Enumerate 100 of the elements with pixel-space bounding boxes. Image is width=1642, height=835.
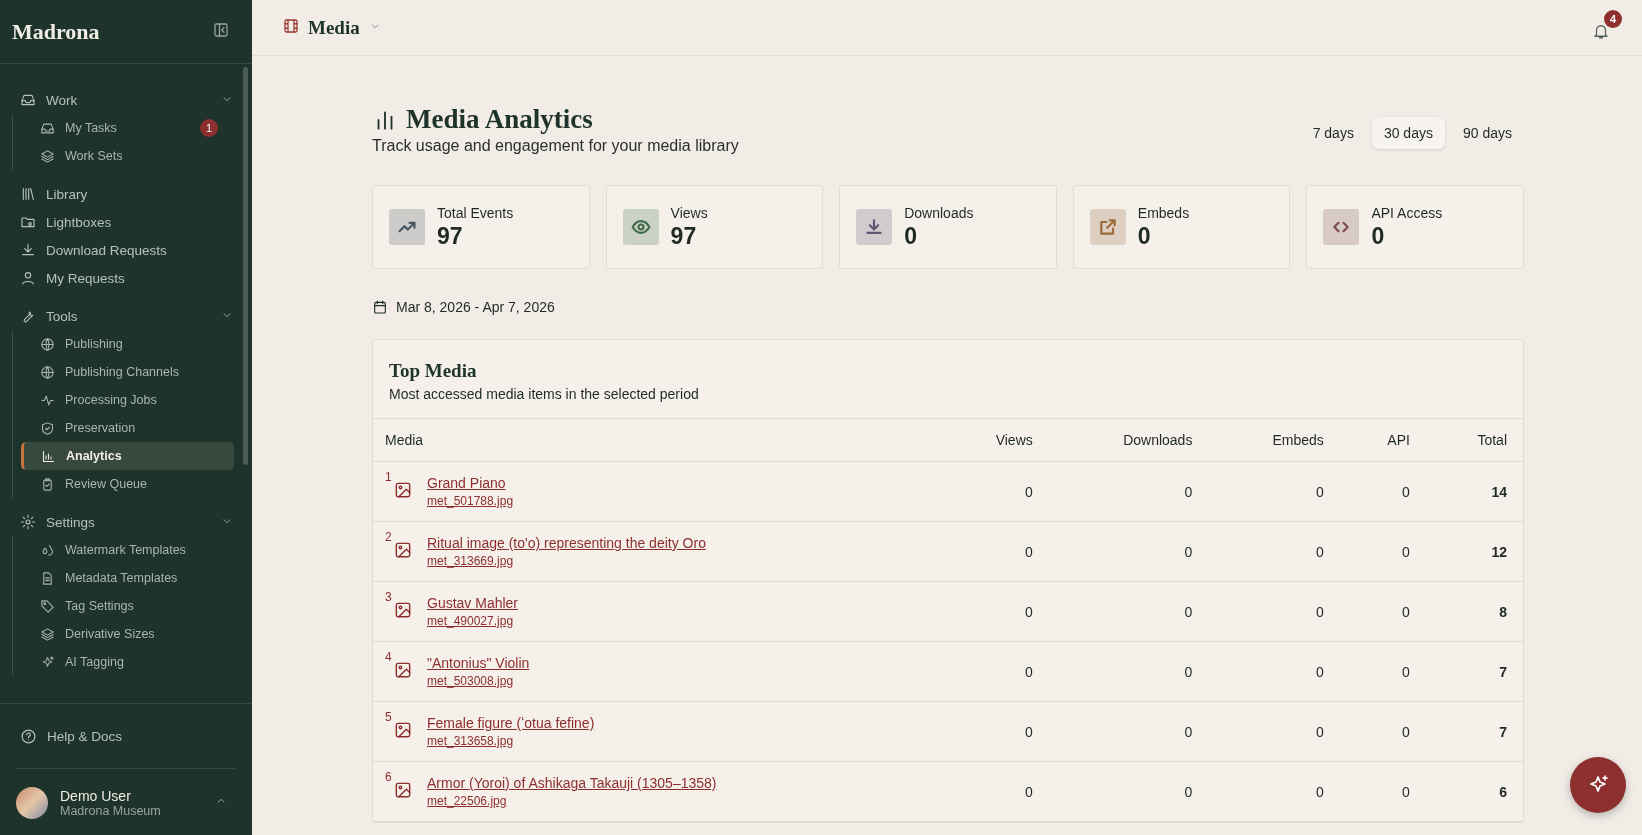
rank-number: 6 bbox=[385, 770, 393, 784]
table-cell: 0 bbox=[1339, 761, 1426, 822]
nav-item[interactable]: Lightboxes bbox=[16, 208, 234, 236]
subtitle: Track usage and engagement for your media library bbox=[372, 137, 739, 155]
table-cell: 0 bbox=[1208, 521, 1340, 582]
table-cell: 0 bbox=[939, 521, 1049, 582]
image-icon bbox=[393, 600, 413, 620]
stat-label: API Access bbox=[1371, 204, 1443, 221]
layers-icon bbox=[40, 626, 55, 642]
nav-item[interactable]: Work Sets bbox=[21, 142, 234, 170]
media-title-link[interactable]: Ritual image (to'o) representing the deity Oro bbox=[427, 535, 706, 551]
avatar[interactable] bbox=[16, 787, 48, 819]
table-cell: 12 bbox=[1425, 521, 1523, 582]
nav-item[interactable]: Metadata Templates bbox=[21, 564, 234, 592]
brand-logo[interactable]: Madrona bbox=[12, 18, 100, 45]
stat-value: 0 bbox=[1137, 222, 1152, 250]
range-tab[interactable]: 90 days bbox=[1450, 117, 1524, 149]
table-cell: 0 bbox=[939, 761, 1049, 822]
table-cell: 0 bbox=[1048, 641, 1209, 702]
nav-section[interactable]: Settings bbox=[16, 508, 234, 536]
help-link[interactable]: Help & Docs bbox=[16, 716, 236, 769]
rank-number: 4 bbox=[385, 650, 393, 664]
image-icon bbox=[393, 480, 413, 500]
clipboard-icon bbox=[40, 476, 55, 492]
count-badge: 1 bbox=[200, 119, 218, 137]
card-title: Top Media bbox=[389, 360, 478, 382]
stat-label: Downloads bbox=[904, 204, 974, 221]
table-cell: 0 bbox=[1048, 521, 1209, 582]
media-title-link[interactable]: Female figure (ʻotua fefine) bbox=[427, 715, 595, 731]
rank-number: 3 bbox=[385, 590, 393, 604]
nav-item[interactable]: Preservation bbox=[21, 414, 234, 442]
page-title[interactable]: Media bbox=[308, 16, 360, 39]
nav-item[interactable]: Analytics bbox=[21, 442, 234, 470]
nav-item[interactable]: My Requests bbox=[16, 264, 234, 292]
file-name-link[interactable]: met_313658.jpg bbox=[427, 734, 514, 748]
media-title-link[interactable]: "Antonius" Violin bbox=[427, 655, 530, 671]
image-icon bbox=[393, 540, 413, 560]
table-cell: 0 bbox=[1208, 761, 1340, 822]
file-name-link[interactable]: met_313669.jpg bbox=[427, 554, 514, 568]
layers-icon bbox=[40, 148, 55, 164]
table-cell: 7 bbox=[1425, 641, 1523, 702]
column-header: Embeds bbox=[1208, 419, 1340, 462]
rank-number: 2 bbox=[385, 530, 393, 544]
stat-label: Views bbox=[670, 204, 708, 221]
nav-section[interactable]: Tools bbox=[16, 302, 234, 330]
nav-item[interactable]: Processing Jobs bbox=[21, 386, 234, 414]
nav-item[interactable]: Review Queue bbox=[21, 470, 234, 498]
nav-item[interactable]: Tag Settings bbox=[21, 592, 234, 620]
range-tab[interactable]: 7 days bbox=[1300, 117, 1366, 149]
nav-item[interactable]: Derivative Sizes bbox=[21, 620, 234, 648]
user-organization: Madrona Museum bbox=[60, 804, 161, 818]
file-name-link[interactable]: met_22506.jpg bbox=[427, 794, 507, 808]
notifications-button[interactable]: 4 bbox=[1586, 9, 1622, 46]
column-header: Total bbox=[1425, 419, 1523, 462]
table-cell: 0 bbox=[1048, 461, 1209, 522]
tray-icon bbox=[20, 92, 36, 108]
table-cell: 0 bbox=[1208, 701, 1340, 762]
media-title-link[interactable]: Armor (Yoroi) of Ashikaga Takauji (1305–1358) bbox=[427, 775, 717, 791]
table-cell: 0 bbox=[1339, 461, 1426, 522]
column-header: API bbox=[1339, 419, 1426, 462]
media-title-link[interactable]: Gustav Mahler bbox=[427, 595, 519, 611]
table-cell: 0 bbox=[1339, 521, 1426, 582]
nav-item[interactable]: Watermark Templates bbox=[21, 536, 234, 564]
books-icon bbox=[20, 186, 36, 202]
table-cell: 0 bbox=[1339, 581, 1426, 642]
file-name-link[interactable]: met_501788.jpg bbox=[427, 494, 514, 508]
nav-section[interactable]: Work bbox=[16, 86, 234, 114]
file-name-link[interactable]: met_503008.jpg bbox=[427, 674, 514, 688]
table-cell: 6 bbox=[1425, 761, 1523, 822]
nav-item[interactable]: My Tasks 1 bbox=[21, 114, 234, 142]
ai-assistant-button[interactable] bbox=[1570, 757, 1626, 813]
file-name-link[interactable]: met_490027.jpg bbox=[427, 614, 514, 628]
help-icon bbox=[20, 727, 37, 745]
scrollbar-thumb[interactable] bbox=[243, 67, 248, 465]
tray-icon bbox=[40, 120, 55, 136]
shield-icon bbox=[40, 420, 55, 436]
column-header: Views bbox=[939, 419, 1049, 462]
rank-number: 1 bbox=[385, 470, 393, 484]
nav-item[interactable]: Publishing bbox=[21, 330, 234, 358]
stat-value: 97 bbox=[437, 222, 464, 250]
nav-item[interactable]: AI Tagging bbox=[21, 648, 234, 676]
table-cell: 0 bbox=[1208, 461, 1340, 522]
nav-item[interactable]: Download Requests bbox=[16, 236, 234, 264]
image-icon bbox=[393, 660, 413, 680]
range-tab[interactable]: 30 days bbox=[1371, 117, 1445, 149]
table-cell: 0 bbox=[1048, 581, 1209, 642]
date-range: Mar 8, 2026 - Apr 7, 2026 bbox=[396, 299, 555, 315]
nav-item[interactable]: Library bbox=[16, 180, 234, 208]
table-cell: 0 bbox=[939, 641, 1049, 702]
image-icon bbox=[393, 720, 413, 740]
globe-icon bbox=[40, 336, 55, 352]
sidebar-collapse-icon bbox=[212, 20, 230, 39]
film-icon bbox=[282, 16, 300, 35]
table-cell: 0 bbox=[1339, 701, 1426, 762]
nav-item[interactable]: Publishing Channels bbox=[21, 358, 234, 386]
table-cell: 0 bbox=[939, 701, 1049, 762]
stat-label: Embeds bbox=[1137, 204, 1190, 221]
folder-icon bbox=[20, 214, 36, 230]
media-title-link[interactable]: Grand Piano bbox=[427, 475, 506, 491]
column-header: Downloads bbox=[1048, 419, 1209, 462]
